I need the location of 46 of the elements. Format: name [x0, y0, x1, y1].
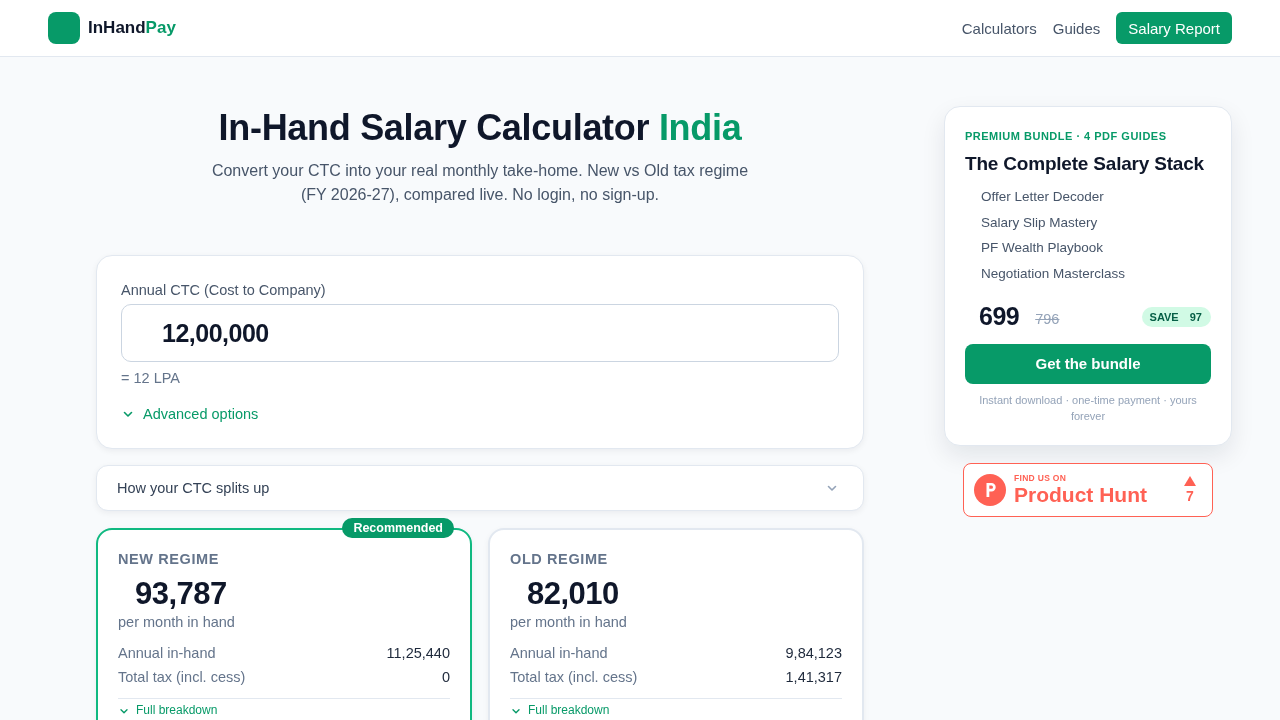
page-subtitle: Convert your CTC into your real monthly take-home. New vs Old tax regime (FY 2026-27), compared live. No login, no sign-up. — [210, 161, 750, 205]
field-label: Annual CTC (Cost to Company) — [121, 281, 326, 300]
regime-label: NEW REGIME — [118, 550, 221, 569]
vote-count: 7 — [1186, 489, 1194, 504]
guide-item: Negotiation Masterclass — [981, 265, 1127, 284]
row-label: Annual in-hand — [510, 644, 608, 663]
ctc-split-accordion[interactable]: How your CTC splits up — [96, 465, 864, 511]
ctc-input-field[interactable]: 12,00,000 — [121, 304, 839, 362]
page-title: In-Hand Salary Calculator India — [218, 106, 742, 150]
nav-link[interactable]: Calculators — [961, 19, 1037, 37]
purchase-note: Instant download · one-time payment · yours forever — [978, 392, 1198, 425]
product-hunt-name: Product Hunt — [1014, 482, 1148, 507]
brand-name: InHandPay — [88, 18, 176, 38]
logo-icon — [48, 12, 80, 44]
row-label: Annual in-hand — [118, 644, 216, 663]
guide-item: Salary Slip Mastery — [981, 213, 1099, 232]
savings-badge: SAVE 97 — [1141, 306, 1211, 327]
product-hunt-kicker: FIND US ON — [1014, 472, 1068, 483]
row-value: 11,25,440 — [386, 644, 450, 663]
guide-item: Offer Letter Decoder — [981, 188, 1105, 206]
advanced-options-toggle[interactable]: Advanced options — [121, 404, 259, 424]
full-breakdown-toggle[interactable]: Full breakdown — [510, 704, 610, 717]
bundle-price: 699 — [979, 302, 1020, 332]
recommended-badge: Recommended — [342, 518, 454, 538]
amount-caption: per month in hand — [118, 613, 236, 632]
amount-caption: per month in hand — [510, 613, 628, 632]
guide-item: PF Wealth Playbook — [981, 239, 1105, 258]
upvote-triangle-icon — [1184, 476, 1196, 487]
row-value: 0 — [441, 668, 450, 687]
bundle-eyebrow: PREMIUM BUNDLE · 4 PDF GUIDES — [965, 129, 1168, 144]
row-label: Total tax (incl. cess) — [118, 668, 246, 687]
row-value: 1,41,317 — [785, 668, 842, 687]
original-price: 796 — [1034, 310, 1060, 327]
full-breakdown-toggle[interactable]: Full breakdown — [118, 704, 218, 717]
nav-link[interactable]: Guides — [1052, 19, 1101, 37]
get-bundle-button[interactable]: Get the bundle — [965, 343, 1211, 384]
product-hunt-badge[interactable]: FIND US ON Product Hunt 7 — [963, 462, 1213, 517]
product-hunt-logo-icon — [974, 473, 1006, 506]
salary-report-button[interactable]: Salary Report — [1116, 12, 1232, 44]
bundle-title: The Complete Salary Stack — [965, 152, 1205, 176]
monthly-amount: 93,787 — [134, 576, 228, 612]
monthly-amount: 82,010 — [526, 576, 620, 612]
row-label: Total tax (incl. cess) — [510, 668, 638, 687]
regime-label: OLD REGIME — [510, 550, 609, 569]
lpa-hint: = 12 LPA — [121, 369, 180, 388]
row-value: 9,84,123 — [785, 644, 842, 663]
